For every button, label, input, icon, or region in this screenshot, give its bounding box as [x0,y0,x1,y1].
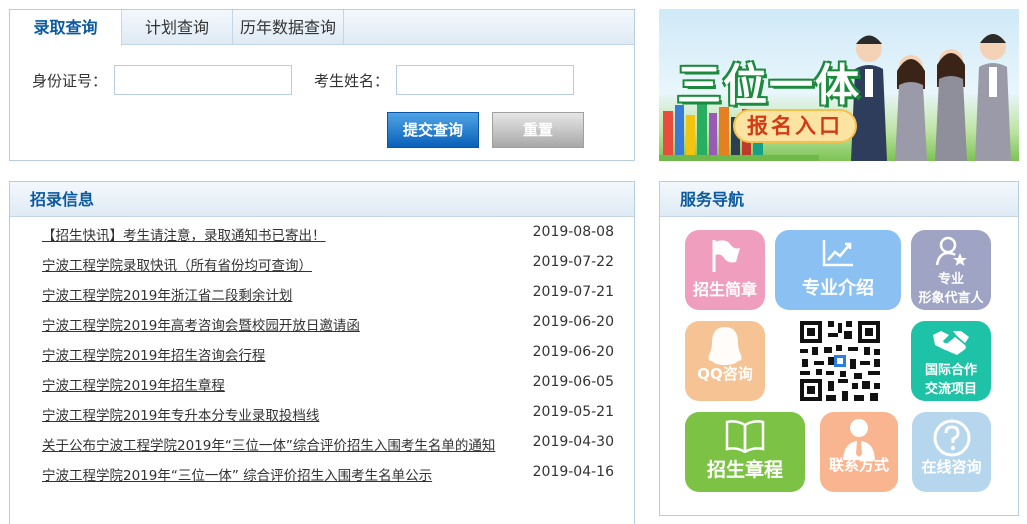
list-item: 宁波工程学院2019年招生章程 2019-06-05 [10,369,634,399]
tile-label: QQ咨询 [697,365,753,383]
admission-news-panel: 招录信息 【招生快讯】考生请注意，录取通知书已寄出！ 2019-08-08 宁波工… [9,181,635,524]
tab-historical-data[interactable]: 历年数据查询 [233,10,344,45]
tile-brochure[interactable]: 招生简章 [685,230,765,310]
list-item: 宁波工程学院2019年专升本分专业录取投档线 2019-05-21 [10,399,634,429]
student-name-label: 考生姓名： [314,72,390,90]
tile-majors[interactable]: 专业介绍 [775,230,901,310]
news-link[interactable]: 宁波工程学院录取快讯（所有省份均可查询） [42,254,312,274]
tile-ambassador[interactable]: 专业 形象代言人 [911,230,991,310]
three-in-one-banner[interactable]: 三位一体 报名入口 [659,9,1019,161]
news-link[interactable]: 关于公布宁波工程学院2019年“三位一体”综合评价招生入围考生名单的通知 [42,434,495,454]
tile-label-line-1: 专业 [937,272,964,287]
news-list: 【招生快讯】考生请注意，录取通知书已寄出！ 2019-08-08 宁波工程学院录取… [10,219,634,489]
news-date: 2019-07-22 [532,254,614,270]
news-link[interactable]: 宁波工程学院2019年招生咨询会行程 [42,344,265,364]
tile-label: 在线咨询 [921,458,982,476]
banner-title: 三位一体 [677,60,861,111]
id-number-label: 身份证号： [32,72,108,90]
service-nav-header: 服务导航 [660,182,1018,217]
reset-button[interactable]: 重置 [492,112,584,148]
register-entry-label: 报名入口 [733,109,857,143]
news-date: 2019-06-20 [532,344,614,360]
news-link[interactable]: 【招生快讯】考生请注意，录取通知书已寄出！ [42,224,326,244]
news-link[interactable]: 宁波工程学院2019年招生章程 [42,374,225,394]
student-name-input[interactable] [396,65,574,95]
news-date: 2019-07-21 [532,284,614,300]
tab-admission-query[interactable]: 录取查询 [10,10,122,46]
students-illustration [851,34,1011,161]
tile-label-line-2: 交流项目 [924,382,977,397]
tile-online-consult[interactable]: 在线咨询 [912,412,991,492]
news-link[interactable]: 宁波工程学院2019年专升本分专业录取投档线 [42,404,319,424]
flag-icon [712,240,740,272]
chart-icon [822,240,853,267]
user-star-icon [935,236,967,266]
service-nav-panel: 服务导航 招生简章 专业介绍 专业 形象代言人 QQ咨询 国际合作 交流项目 招… [659,181,1019,516]
tile-label-line-1: 国际合作 [924,363,977,378]
tile-label: 联系方式 [828,456,889,474]
tile-international[interactable]: 国际合作 交流项目 [911,321,991,401]
tab-plan-query[interactable]: 计划查询 [122,10,233,45]
news-date: 2019-06-05 [532,374,614,390]
tile-qq[interactable]: QQ咨询 [685,321,765,401]
news-date: 2019-05-21 [532,404,614,420]
list-item: 【招生快讯】考生请注意，录取通知书已寄出！ 2019-08-08 [10,219,634,249]
news-date: 2019-04-16 [532,464,614,480]
handshake-icon [933,331,969,355]
book-icon [725,420,765,453]
tile-charter[interactable]: 招生章程 [685,412,805,492]
list-item: 宁波工程学院2019年“三位一体” 综合评价招生入围考生名单公示 2019-04-… [10,459,634,489]
tile-label: 专业介绍 [802,278,874,299]
list-item: 宁波工程学院2019年高考咨询会暨校园开放日邀请函 2019-06-20 [10,309,634,339]
submit-query-button[interactable]: 提交查询 [387,112,479,148]
list-item: 关于公布宁波工程学院2019年“三位一体”综合评价招生入围考生名单的通知 2019… [10,429,634,459]
news-date: 2019-04-30 [532,434,614,450]
tile-label: 招生章程 [706,459,783,481]
question-icon [933,419,970,457]
list-item: 宁波工程学院录取快讯（所有省份均可查询） 2019-07-22 [10,249,634,279]
news-panel-title: 招录信息 [30,190,95,209]
news-date: 2019-08-08 [532,224,614,240]
list-item: 宁波工程学院2019年浙江省二段剩余计划 2019-07-21 [10,279,634,309]
query-tabs: 录取查询 计划查询 历年数据查询 [10,10,634,46]
news-panel-header: 招录信息 [10,182,634,217]
list-item: 宁波工程学院2019年招生咨询会行程 2019-06-20 [10,339,634,369]
news-link[interactable]: 宁波工程学院2019年高考咨询会暨校园开放日邀请函 [42,314,360,334]
tile-label-line-2: 形象代言人 [918,291,984,306]
admission-query-panel: 录取查询 计划查询 历年数据查询 身份证号： 考生姓名： 提交查询 重置 [9,9,635,161]
tile-label: 招生简章 [692,280,757,299]
news-link[interactable]: 宁波工程学院2019年“三位一体” 综合评价招生入围考生名单公示 [42,464,432,484]
news-link[interactable]: 宁波工程学院2019年浙江省二段剩余计划 [42,284,292,304]
id-number-input[interactable] [114,65,292,95]
tile-contact[interactable]: 联系方式 [820,412,898,492]
news-date: 2019-06-20 [532,314,614,330]
qr-code-icon [798,319,882,403]
service-nav-title: 服务导航 [680,190,745,209]
